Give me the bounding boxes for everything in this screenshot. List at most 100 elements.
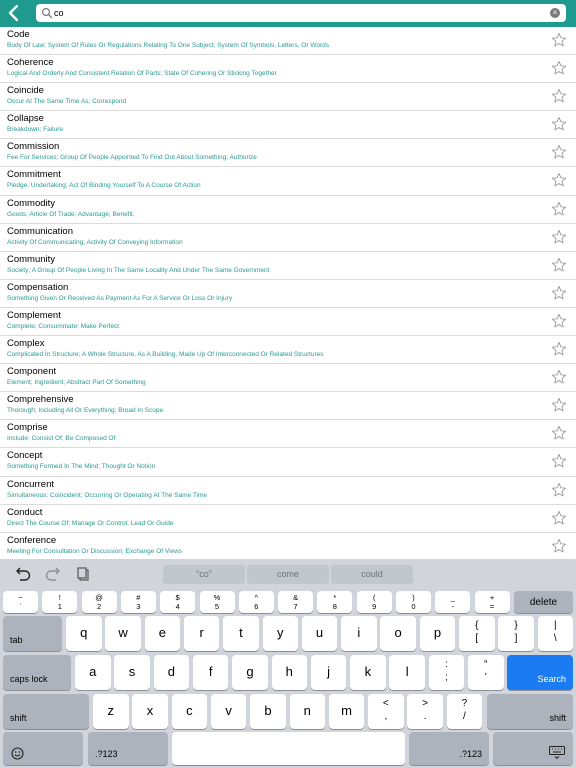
number-mode-key-left[interactable]: .?123 xyxy=(88,732,168,765)
favorite-star-icon[interactable] xyxy=(551,201,567,217)
favorite-star-icon[interactable] xyxy=(551,60,567,76)
list-item[interactable]: Complement Complete; Consummate; Make Per… xyxy=(0,308,576,337)
search-input[interactable] xyxy=(54,5,534,21)
key-letter[interactable]: k xyxy=(350,655,386,690)
key-letter[interactable]: i xyxy=(341,616,377,651)
key-letter[interactable]: s xyxy=(114,655,150,690)
undo-icon[interactable] xyxy=(14,567,32,581)
key-number-row[interactable]: ! 1 xyxy=(42,591,78,613)
key-letter[interactable]: l xyxy=(389,655,425,690)
key-letter[interactable]: y xyxy=(262,616,298,651)
list-item[interactable]: Collapse Breakdown; Failure xyxy=(0,111,576,140)
key-symbol[interactable]: }] xyxy=(498,616,534,651)
shift-left-key[interactable]: shift xyxy=(3,694,89,729)
search-box[interactable]: × xyxy=(36,4,566,22)
favorite-star-icon[interactable] xyxy=(551,369,567,385)
list-item[interactable]: Community Society; A Group Of People Livi… xyxy=(0,252,576,280)
favorite-star-icon[interactable] xyxy=(551,425,567,441)
favorite-star-icon[interactable] xyxy=(551,538,567,554)
favorite-star-icon[interactable] xyxy=(551,285,567,301)
list-item[interactable]: Compensation Something Given Or Received … xyxy=(0,280,576,308)
favorite-star-icon[interactable] xyxy=(551,397,567,413)
key-number-row[interactable]: @2 xyxy=(81,591,117,613)
favorite-star-icon[interactable] xyxy=(551,257,567,273)
key-letter[interactable]: d xyxy=(153,655,190,690)
caps-lock-key[interactable]: caps lock xyxy=(3,655,71,690)
key-letter[interactable]: f xyxy=(192,655,229,690)
suggestion-1[interactable]: “co” xyxy=(163,565,245,584)
redo-icon[interactable] xyxy=(44,567,62,581)
delete-key[interactable]: delete xyxy=(514,591,573,613)
favorite-star-icon[interactable] xyxy=(551,510,567,526)
key-letter[interactable]: j xyxy=(310,655,347,690)
paste-icon[interactable] xyxy=(75,567,93,581)
hide-keyboard-key[interactable] xyxy=(493,732,573,765)
list-item[interactable]: Concurrent Simultaneous; Coincident; Occu… xyxy=(0,477,576,505)
favorite-star-icon[interactable] xyxy=(551,172,567,188)
favorite-star-icon[interactable] xyxy=(551,229,567,245)
key-letter[interactable]: c xyxy=(171,694,208,729)
favorite-star-icon[interactable] xyxy=(551,88,567,104)
list-item[interactable]: Commodity Goods; Article Of Trade; Advant… xyxy=(0,196,576,224)
list-item[interactable]: Concept Something Formed In The Mind; Tho… xyxy=(0,448,576,477)
key-letter[interactable]: m xyxy=(328,694,365,729)
favorite-star-icon[interactable] xyxy=(551,144,567,160)
favorite-star-icon[interactable] xyxy=(551,313,567,329)
list-item[interactable]: Conduct Direct The Course Of; Manage Or C… xyxy=(0,505,576,533)
key-symbol[interactable]: | \ xyxy=(537,616,573,651)
favorite-star-icon[interactable] xyxy=(551,341,567,357)
list-item[interactable]: Communication Activity Of Communicating; … xyxy=(0,224,576,252)
key-letter[interactable]: n xyxy=(289,694,325,729)
list-item[interactable]: Component Element; Ingredient; Abstract P… xyxy=(0,364,576,393)
key-symbol[interactable]: {[ xyxy=(459,616,495,651)
favorite-star-icon[interactable] xyxy=(551,32,567,48)
favorite-star-icon[interactable] xyxy=(551,453,567,469)
clear-icon[interactable]: × xyxy=(550,8,560,18)
key-letter[interactable]: h xyxy=(271,655,307,690)
key-letter[interactable]: e xyxy=(144,616,181,651)
key-letter[interactable]: p xyxy=(419,616,456,651)
key-letter[interactable]: u xyxy=(301,616,338,651)
key-letter[interactable]: x xyxy=(132,694,168,729)
key-letter[interactable]: z xyxy=(93,694,129,729)
key-letter[interactable]: g xyxy=(232,655,268,690)
key-letter[interactable]: t xyxy=(223,616,259,651)
key-symbol[interactable]: >. xyxy=(407,694,443,729)
key-symbol[interactable]: <, xyxy=(368,694,404,729)
key-number-row[interactable]: (9 xyxy=(356,591,392,613)
key-letter[interactable]: v xyxy=(210,694,247,729)
list-item[interactable]: Conference Meeting For Consultation Or Di… xyxy=(0,533,576,559)
suggestion-2[interactable]: come xyxy=(247,565,329,584)
list-item[interactable]: Code Body Of Law; System Of Rules Or Regu… xyxy=(0,27,576,56)
key-symbol[interactable]: “’ xyxy=(468,655,504,690)
key-symbol[interactable]: :; xyxy=(428,655,465,690)
key-symbol[interactable]: ? / xyxy=(446,694,483,729)
key-number-row[interactable]: + = xyxy=(474,591,510,613)
key-number-row[interactable]: _ - xyxy=(435,591,471,613)
list-item[interactable]: Coincide Occur At The Same Time As; Corre… xyxy=(0,83,576,112)
list-item[interactable]: Comprehensive Thorough; Including All Or … xyxy=(0,392,576,421)
key-letter[interactable]: r xyxy=(183,616,220,651)
list-item[interactable]: Commission Fee For Services; Group Of Peo… xyxy=(0,139,576,168)
favorite-star-icon[interactable] xyxy=(551,482,567,498)
list-item[interactable]: Complex Complicated In Structure; A Whole… xyxy=(0,336,576,365)
suggestion-3[interactable]: could xyxy=(331,565,413,584)
back-button[interactable] xyxy=(4,3,24,23)
key-number-row[interactable]: % 5 xyxy=(199,591,235,613)
search-key[interactable]: Search xyxy=(507,655,573,690)
shift-right-key[interactable]: shift xyxy=(487,694,573,729)
emoji-key[interactable] xyxy=(3,732,83,765)
key-letter[interactable]: o xyxy=(380,616,416,651)
list-item[interactable]: Coherence Logical And Orderly And Consist… xyxy=(0,55,576,84)
key-letter[interactable]: w xyxy=(105,616,141,651)
number-mode-key-right[interactable]: .?123 xyxy=(409,732,489,765)
favorite-star-icon[interactable] xyxy=(551,116,567,132)
list-item[interactable]: Comprise Include; Consist Of; Be Composed… xyxy=(0,420,576,449)
key-number-row[interactable]: #3 xyxy=(120,591,156,613)
space-key[interactable] xyxy=(172,732,405,765)
key-number-row[interactable]: ) 0 xyxy=(396,591,431,613)
key-number-row[interactable]: ~ ` xyxy=(3,591,38,613)
key-letter[interactable]: q xyxy=(66,616,102,651)
key-number-row[interactable]: & 7 xyxy=(278,591,314,613)
key-number-row[interactable]: ^ 6 xyxy=(238,591,274,613)
